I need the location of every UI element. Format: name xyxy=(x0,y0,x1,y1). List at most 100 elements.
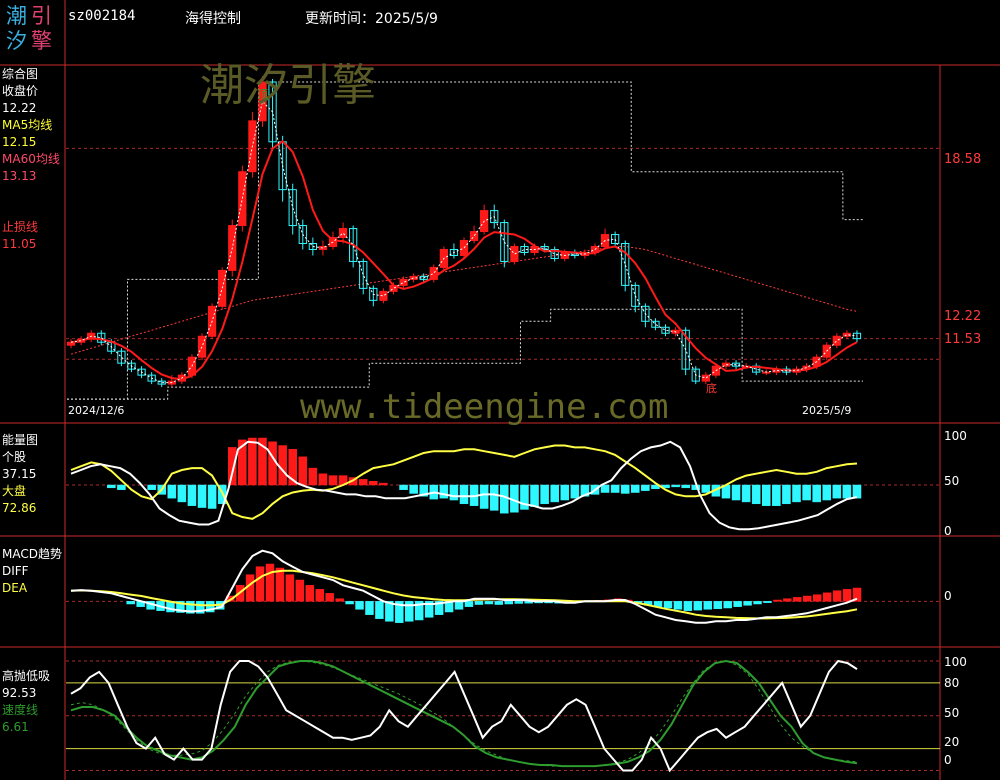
stock-code: sz002184 xyxy=(68,8,136,24)
energy-bar xyxy=(570,484,580,499)
candle-gridlines xyxy=(66,147,940,360)
market-line xyxy=(70,444,858,520)
panel-title-energy: 能量图 xyxy=(2,433,39,447)
energy-bar xyxy=(731,484,741,501)
ma5-series xyxy=(70,139,858,381)
legend-ma5-name: MA5均线 xyxy=(2,118,53,132)
energy-bar xyxy=(268,441,277,486)
macd-tick-0: 0 xyxy=(944,589,952,603)
energy-bar xyxy=(520,484,529,510)
energy-bar xyxy=(187,484,197,506)
macd-bar xyxy=(763,601,772,603)
energy-bar xyxy=(308,467,318,486)
energy-bar xyxy=(761,484,771,506)
macd-bar xyxy=(345,601,354,605)
hilo-tick-100: 100 xyxy=(944,655,967,669)
macd-bar xyxy=(484,601,494,605)
legend-stock-value: 37.15 xyxy=(2,467,37,481)
energy-bar xyxy=(328,475,338,486)
macd-bar xyxy=(454,601,464,610)
hilo-tick-50: 50 xyxy=(944,706,960,720)
macd-bar xyxy=(295,579,305,602)
energy-tick-100: 100 xyxy=(944,429,967,443)
energy-bar xyxy=(641,484,650,491)
macd-bar xyxy=(703,601,713,610)
energy-bar xyxy=(671,484,680,488)
macd-bar xyxy=(365,601,374,615)
energy-bar xyxy=(369,480,378,486)
candle xyxy=(399,278,408,286)
macd-bar xyxy=(803,595,812,602)
energy-bar xyxy=(379,482,388,486)
ma60-line xyxy=(70,246,858,355)
macd-bar xyxy=(305,585,315,602)
logo-char-1: 潮 xyxy=(6,4,27,28)
energy-bar xyxy=(832,484,842,499)
macd-bar xyxy=(375,601,384,619)
energy-bar xyxy=(409,484,418,494)
candle xyxy=(238,171,247,227)
macd-bar xyxy=(275,567,285,602)
hilo-tick-80: 80 xyxy=(944,676,960,690)
energy-bar xyxy=(741,484,751,503)
macd-bar xyxy=(464,601,474,607)
energy-bar xyxy=(610,484,620,493)
legend-stock-name: 个股 xyxy=(2,450,27,464)
energy-bar xyxy=(842,484,852,499)
legend-stoploss-name: 止损线 xyxy=(2,220,39,234)
energy-bar xyxy=(298,456,308,486)
candles xyxy=(66,75,862,388)
energy-bar xyxy=(550,484,559,503)
macd-histogram xyxy=(126,563,862,623)
annotation-top: 顶 xyxy=(257,88,268,101)
macd-bar xyxy=(285,574,295,602)
energy-bar xyxy=(439,484,449,499)
macd-bar xyxy=(663,601,673,609)
macd-bar xyxy=(474,601,484,605)
energy-bar xyxy=(792,484,801,503)
energy-bar xyxy=(167,484,177,499)
energy-bar xyxy=(540,484,549,505)
energy-bar xyxy=(207,484,217,509)
logo-char-4: 擎 xyxy=(31,29,52,53)
legend-stoploss-value: 11.05 xyxy=(2,237,37,251)
macd-bar xyxy=(255,566,265,602)
macd-bar xyxy=(514,601,523,604)
energy-bar xyxy=(399,484,408,490)
speed-dash-line xyxy=(70,660,858,767)
logo-char-3: 汐 xyxy=(6,29,27,53)
energy-bar xyxy=(822,484,832,501)
macd-bar xyxy=(673,601,683,610)
panel-title-hilo: 高抛低吸 xyxy=(2,669,51,683)
macd-bar xyxy=(713,601,722,610)
panel-title-macd: MACD趋势 xyxy=(2,547,62,561)
energy-bar xyxy=(107,484,116,489)
macd-bar xyxy=(812,594,822,602)
price-label-close: 12.22 xyxy=(944,309,982,324)
legend-market-name: 大盘 xyxy=(2,484,27,498)
energy-bar xyxy=(600,484,610,493)
legend-ma60-name: MA60均线 xyxy=(2,152,60,166)
energy-bar xyxy=(560,484,570,501)
macd-bar xyxy=(126,601,135,605)
candle xyxy=(218,269,227,307)
logo: 潮引 汐擎 xyxy=(6,4,58,58)
legend-speed-name: 速度线 xyxy=(2,703,39,717)
macd-bar xyxy=(783,598,792,602)
annotation-bottom: 底 xyxy=(706,382,717,395)
macd-bar xyxy=(335,598,344,602)
candle xyxy=(510,245,519,262)
macd-bar xyxy=(325,593,334,602)
candle xyxy=(469,231,479,242)
candle xyxy=(832,335,841,346)
legend-market-value: 72.86 xyxy=(2,501,37,515)
energy-bar xyxy=(278,445,287,486)
energy-tick-0: 0 xyxy=(944,524,952,538)
energy-bar xyxy=(530,484,539,507)
macd-bar xyxy=(793,597,802,602)
legend-diff-name: DIFF xyxy=(2,564,29,578)
macd-lines xyxy=(70,549,858,624)
stock-name: 海得控制 xyxy=(185,11,241,27)
macd-bar xyxy=(753,601,762,605)
macd-bar xyxy=(733,601,742,607)
